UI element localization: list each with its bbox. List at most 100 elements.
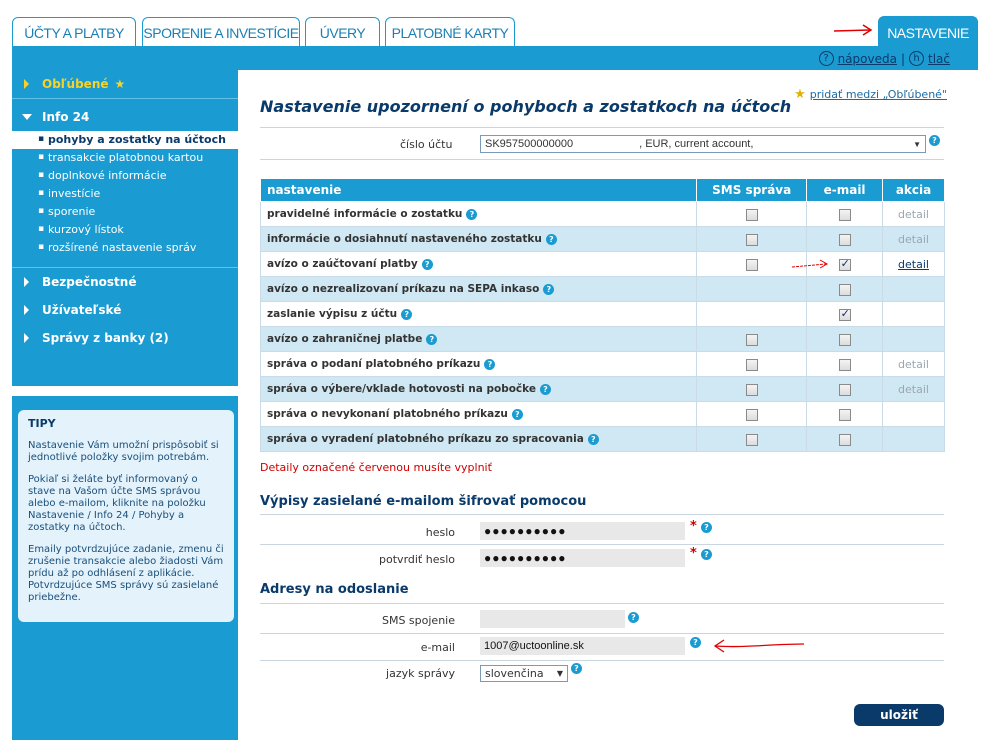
email-cell <box>806 426 884 452</box>
sms-cell <box>696 376 808 402</box>
sidebar-subitem-extended-settings[interactable]: rozšírené nastavenie správ <box>12 239 238 257</box>
help-icon[interactable]: ? <box>545 233 557 245</box>
action-cell <box>882 301 945 327</box>
password-field[interactable]: ●●●●●●●●●● <box>480 522 685 540</box>
sidebar-subitem-movements-balances[interactable]: pohyby a zostatky na účtoch <box>12 131 238 149</box>
language-select[interactable]: slovenčina ▼ <box>480 665 568 682</box>
sidebar-item-label: Bezpečnostné <box>42 275 137 289</box>
sms-checkbox[interactable] <box>745 358 758 371</box>
column-header-setting: nastavenie <box>259 178 698 202</box>
sidebar-subitem-exchange-rates[interactable]: kurzový lístok <box>12 221 238 239</box>
email-checkbox[interactable] <box>838 233 851 246</box>
tips-box: TIPY Nastavenie Vám umožní prispôsobiť s… <box>18 410 234 622</box>
help-icon[interactable]: ? <box>543 283 555 295</box>
tips-paragraph: Nastavenie Vám umožní prispôsobiť si jed… <box>28 440 219 463</box>
tab-accounts-payments[interactable]: ÚČTY A PLATBY <box>12 17 136 48</box>
star-icon: ★ <box>114 77 126 91</box>
table-row: zaslanie výpisu z účtu? <box>259 301 945 327</box>
email-cell <box>806 351 884 377</box>
sidebar-item-security[interactable]: Bezpečnostné <box>12 268 238 296</box>
help-icon[interactable]: ? <box>929 135 940 146</box>
help-icon[interactable]: ? <box>571 663 582 674</box>
sms-checkbox[interactable] <box>745 408 758 421</box>
email-cell <box>806 326 884 352</box>
confirm-password-field[interactable]: ●●●●●●●●●● <box>480 549 685 567</box>
account-label: číslo účtu <box>400 138 453 151</box>
email-field[interactable]: 1007@uctoonline.sk <box>480 637 685 655</box>
setting-name-cell: avízo o zahraničnej platbe? <box>259 326 698 352</box>
email-checkbox[interactable] <box>838 333 851 346</box>
sidebar-item-favorites[interactable]: Obľúbené ★ <box>12 70 238 98</box>
divider <box>260 603 944 604</box>
confirm-password-label: potvrdiť heslo <box>379 553 455 566</box>
sms-cell <box>696 301 808 327</box>
help-icon: ? <box>818 51 834 66</box>
sms-checkbox[interactable] <box>745 233 758 246</box>
annotation-arrow-icon <box>833 24 873 36</box>
table-row: správa o vyradení platobného príkazu zo … <box>259 426 945 452</box>
tab-savings-investments[interactable]: SPORENIE A INVESTÍCIE <box>142 17 300 48</box>
help-icon[interactable]: ? <box>484 358 496 370</box>
help-icon[interactable]: ? <box>587 433 599 445</box>
email-cell <box>806 226 884 252</box>
email-checkbox[interactable] <box>838 358 851 371</box>
sidebar-item-bank-messages[interactable]: Správy z banky (2) <box>12 324 238 352</box>
help-icon[interactable]: ? <box>466 208 478 220</box>
help-icon[interactable]: ? <box>628 612 639 623</box>
tab-payment-cards[interactable]: PLATOBNÉ KARTY <box>385 17 515 48</box>
password-label: heslo <box>425 526 455 539</box>
tab-settings[interactable]: NASTAVENIE <box>878 16 978 48</box>
email-checkbox[interactable] <box>838 408 851 421</box>
add-favorite: ★ pridať medzi „Obľúbené" <box>794 87 947 102</box>
action-cell: detail <box>882 376 945 402</box>
detail-link[interactable]: detail <box>898 258 929 271</box>
email-checkbox[interactable] <box>838 433 851 446</box>
account-select[interactable]: SK957500000000, EUR, current account, ▼ <box>480 135 926 153</box>
chevron-right-icon <box>24 277 29 287</box>
sidebar-subitem-investments[interactable]: investície <box>12 185 238 203</box>
divider <box>260 660 944 661</box>
table-row: avízo o zaúčtovaní platby? detail <box>259 251 945 277</box>
sidebar-item-label: Obľúbené <box>42 77 109 91</box>
help-icon[interactable]: ? <box>701 549 712 560</box>
sidebar-subitem-savings[interactable]: sporenie <box>12 203 238 221</box>
tab-loans[interactable]: ÚVERY <box>305 17 380 48</box>
chevron-down-icon: ▼ <box>913 139 921 149</box>
help-icon[interactable]: ? <box>401 308 413 320</box>
email-checkbox[interactable] <box>838 208 851 221</box>
setting-name: avízo o nezrealizovaní príkazu na SEPA i… <box>267 283 540 295</box>
help-icon[interactable]: ? <box>426 333 438 345</box>
setting-name-cell: avízo o zaúčtovaní platby? <box>259 251 698 277</box>
add-to-favorites-link[interactable]: pridať medzi „Obľúbené" <box>810 88 947 101</box>
help-links: ? nápoveda | h tlač <box>818 51 950 66</box>
email-checkbox[interactable] <box>838 383 851 396</box>
sidebar-item-info24[interactable]: Info 24 <box>12 103 238 131</box>
setting-name: správa o vyradení platobného príkazu zo … <box>267 433 584 445</box>
sms-checkbox[interactable] <box>745 383 758 396</box>
email-checkbox[interactable] <box>838 257 851 271</box>
sms-checkbox[interactable] <box>745 208 758 221</box>
sidebar-subitem-card-transactions[interactable]: transakcie platobnou kartou <box>12 149 238 167</box>
table-row: správa o podaní platobného príkazu? detai… <box>259 351 945 377</box>
sidebar-subitem-additional-info[interactable]: doplnkové informácie <box>12 167 238 185</box>
help-icon[interactable]: ? <box>511 408 523 420</box>
email-checkbox[interactable] <box>838 307 851 321</box>
help-link[interactable]: nápoveda <box>838 52 897 66</box>
help-icon[interactable]: ? <box>539 383 551 395</box>
sms-checkbox[interactable] <box>745 433 758 446</box>
help-icon[interactable]: ? <box>421 258 433 270</box>
help-icon[interactable]: ? <box>690 637 701 648</box>
print-link[interactable]: tlač <box>928 52 950 66</box>
detail-link: detail <box>898 382 929 396</box>
sms-checkbox[interactable] <box>745 258 758 271</box>
divider <box>12 98 238 99</box>
email-checkbox[interactable] <box>838 283 851 296</box>
sidebar-item-user[interactable]: Užívateľské <box>12 296 238 324</box>
tips-paragraph: Emaily potvrdzujúce zadanie, zmenu či zr… <box>28 544 224 603</box>
sms-field[interactable] <box>480 610 625 628</box>
save-button[interactable]: uložiť <box>854 704 944 726</box>
sms-checkbox[interactable] <box>745 333 758 346</box>
column-header-email: e-mail <box>806 178 884 202</box>
help-icon[interactable]: ? <box>701 522 712 533</box>
action-cell: detail <box>882 201 945 227</box>
